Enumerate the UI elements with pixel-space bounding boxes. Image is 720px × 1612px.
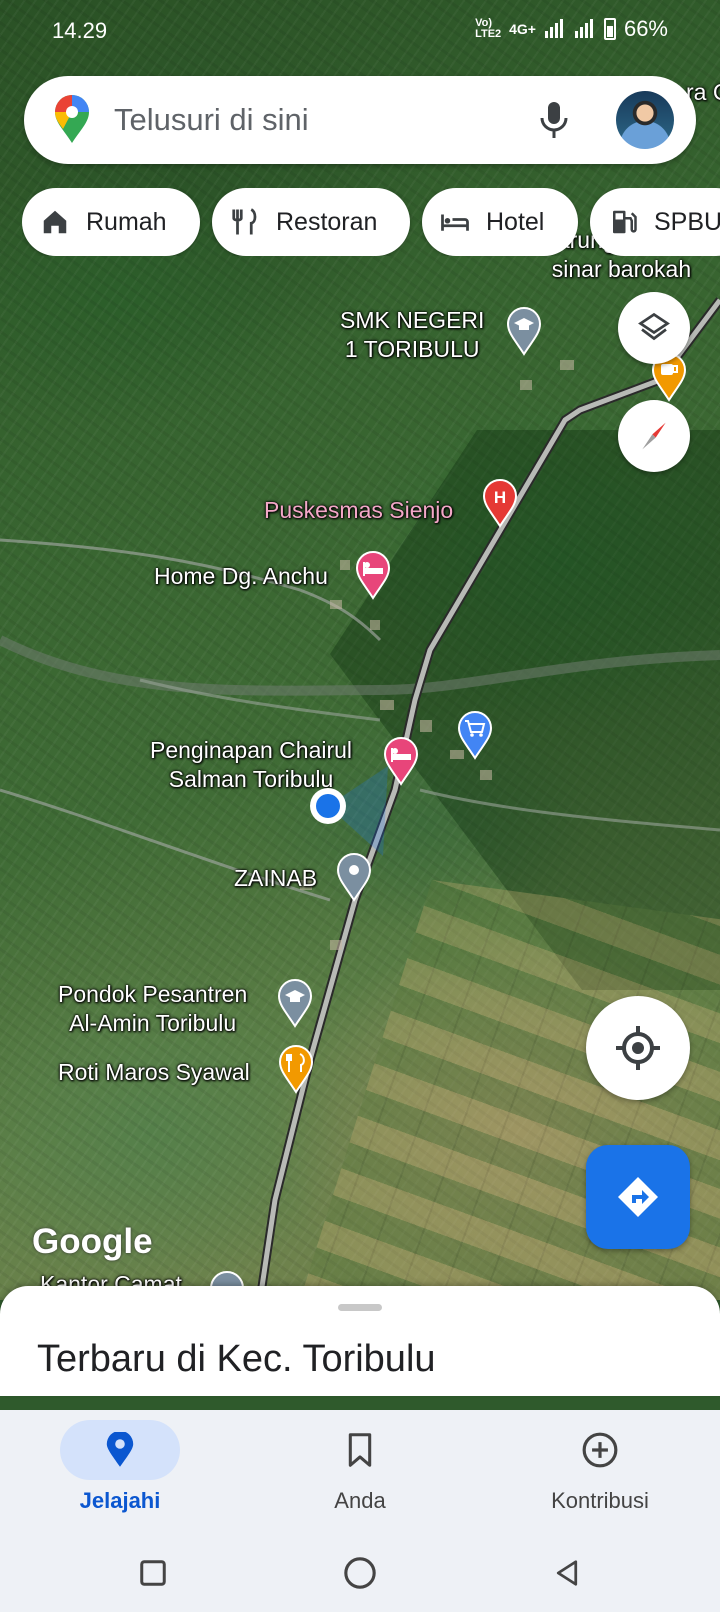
nav-explore[interactable]: Jelajahi bbox=[20, 1420, 220, 1530]
school-pin-icon[interactable] bbox=[276, 978, 314, 1028]
add-circle-icon bbox=[582, 1432, 618, 1468]
profile-avatar[interactable] bbox=[616, 91, 674, 149]
hospital-pin-icon[interactable]: H bbox=[481, 478, 519, 528]
restaurant-pin-icon[interactable] bbox=[277, 1044, 315, 1094]
school-pin-icon[interactable] bbox=[505, 306, 543, 356]
chip-hotel[interactable]: Hotel bbox=[422, 188, 578, 256]
label-puskesmas[interactable]: Puskesmas Sienjo bbox=[264, 496, 453, 525]
directions-icon bbox=[618, 1177, 658, 1217]
google-maps-logo-icon bbox=[55, 95, 89, 143]
home-button[interactable] bbox=[335, 1548, 385, 1598]
bookmark-icon bbox=[348, 1433, 372, 1467]
label-roti-maros[interactable]: Roti Maros Syawal bbox=[58, 1058, 250, 1087]
svg-text:H: H bbox=[494, 488, 506, 507]
home-circle-icon bbox=[344, 1557, 376, 1589]
label-home-dg-anchu[interactable]: Home Dg. Anchu bbox=[154, 562, 328, 591]
chip-home[interactable]: Rumah bbox=[22, 188, 200, 256]
shopping-pin-icon[interactable] bbox=[456, 710, 494, 760]
label-pondok-pesantren[interactable]: Pondok Pesantren Al-Amin Toribulu bbox=[58, 980, 247, 1038]
volte-icon: Vo) LTE2 bbox=[475, 17, 502, 40]
bottom-navigation: Jelajahi Anda Kontribusi bbox=[0, 1410, 720, 1534]
home-icon bbox=[43, 210, 67, 234]
sheet-title: Terbaru di Kec. Toribulu bbox=[37, 1338, 436, 1380]
chip-gas-station[interactable]: SPBU bbox=[590, 188, 720, 256]
nav-label: Kontribusi bbox=[551, 1488, 649, 1513]
chip-label: Rumah bbox=[86, 207, 167, 236]
microphone-icon[interactable] bbox=[536, 98, 572, 142]
system-navigation-bar bbox=[0, 1534, 720, 1612]
nav-label: Anda bbox=[334, 1488, 386, 1513]
nav-contribute-pill bbox=[540, 1420, 660, 1480]
recents-button[interactable] bbox=[128, 1548, 178, 1598]
search-input[interactable]: Telusuri di sini bbox=[114, 102, 536, 138]
signal-icon bbox=[574, 19, 593, 38]
search-bar[interactable]: Telusuri di sini bbox=[24, 76, 696, 164]
chip-label: Restoran bbox=[276, 207, 378, 236]
status-icons: Vo) LTE2 4G+ 66% bbox=[475, 16, 668, 42]
nav-contribute[interactable]: Kontribusi bbox=[500, 1420, 700, 1530]
chip-restaurant[interactable]: Restoran bbox=[212, 188, 410, 256]
nav-label: Jelajahi bbox=[79, 1488, 161, 1513]
layers-icon bbox=[638, 312, 670, 341]
layers-button[interactable] bbox=[618, 292, 690, 364]
my-location-button[interactable] bbox=[586, 996, 690, 1100]
label-zainab[interactable]: ZAINAB bbox=[234, 864, 317, 893]
back-icon bbox=[556, 1560, 578, 1586]
nav-you[interactable]: Anda bbox=[260, 1420, 460, 1530]
lodging-pin-icon[interactable] bbox=[354, 550, 392, 600]
battery-icon bbox=[603, 18, 616, 40]
signal-icon bbox=[544, 19, 563, 38]
compass-icon bbox=[642, 422, 666, 450]
chip-label: Hotel bbox=[486, 207, 545, 236]
status-bar: 14.29 Vo) LTE2 4G+ 66% bbox=[0, 0, 720, 62]
nav-explore-pill bbox=[60, 1420, 180, 1480]
bottom-sheet[interactable]: Terbaru di Kec. Toribulu bbox=[0, 1286, 720, 1396]
compass-button[interactable] bbox=[618, 400, 690, 472]
label-smk-negeri[interactable]: SMK NEGERI 1 TORIBULU bbox=[340, 306, 484, 364]
status-time: 14.29 bbox=[52, 18, 108, 43]
category-chips: Rumah Restoran Hotel SPBU bbox=[22, 188, 720, 256]
sheet-drag-handle[interactable] bbox=[338, 1304, 382, 1311]
chip-label: SPBU bbox=[654, 207, 720, 236]
directions-button[interactable] bbox=[586, 1145, 690, 1249]
current-location-dot bbox=[310, 766, 388, 856]
explore-pin-icon bbox=[106, 1432, 134, 1467]
network-type: 4G+ bbox=[509, 21, 536, 37]
google-attribution: Google bbox=[32, 1222, 153, 1261]
gas-station-icon bbox=[613, 210, 637, 234]
nav-you-pill bbox=[300, 1420, 420, 1480]
my-location-icon bbox=[616, 1026, 660, 1070]
restaurant-icon bbox=[232, 208, 257, 235]
battery-percent: 66% bbox=[623, 16, 668, 41]
hotel-icon bbox=[441, 214, 469, 231]
recents-icon bbox=[140, 1560, 166, 1586]
back-button[interactable] bbox=[542, 1548, 592, 1598]
